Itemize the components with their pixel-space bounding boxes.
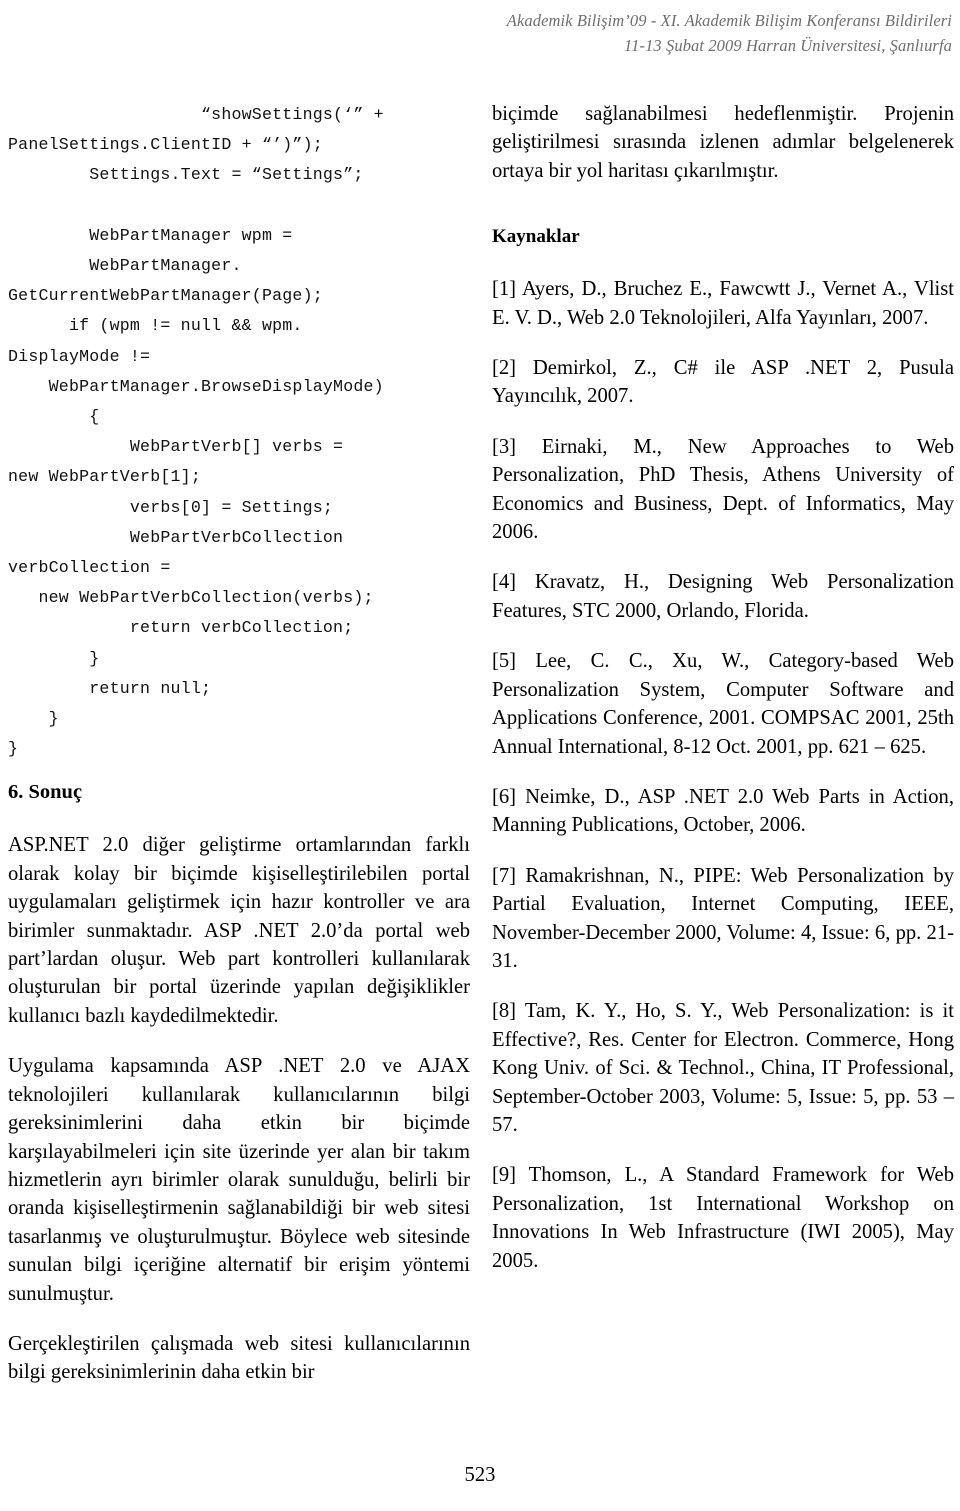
code-line: WebPartVerbCollection xyxy=(8,527,344,547)
reference-entry: [4] Kravatz, H., Designing Web Personali… xyxy=(492,571,954,622)
code-line: WebPartManager wpm = xyxy=(8,225,293,245)
code-line: GetCurrentWebPartManager(Page); xyxy=(8,286,323,306)
section-heading-sonuc: 6. Sonuç xyxy=(8,781,83,804)
code-line: } xyxy=(8,739,19,759)
reference-entry: [9] Thomson, L., A Standard Framework fo… xyxy=(492,1164,954,1272)
running-header: Akademik Bilişim’09 - XI. Akademik Biliş… xyxy=(0,8,952,58)
running-header-line-1: Akademik Bilişim’09 - XI. Akademik Biliş… xyxy=(506,11,952,30)
references-heading: Kaynaklar xyxy=(492,226,580,248)
two-column-body: “showSettings(‘” + PanelSettings.ClientID… xyxy=(0,100,960,1460)
code-line: { xyxy=(8,407,100,427)
reference-entry: [1] Ayers, D., Bruchez E., Fawcwtt J., V… xyxy=(492,278,954,329)
left-column-paragraphs: ASP.NET 2.0 diğer geliştirme ortamlarınd… xyxy=(8,831,470,1386)
body-paragraph: Uygulama kapsamında ASP .NET 2.0 ve AJAX… xyxy=(8,1055,470,1305)
code-line: new WebPartVerb[1]; xyxy=(8,467,201,487)
code-line: “showSettings(‘” + xyxy=(8,105,384,124)
running-header-line-2: 11-13 Şubat 2009 Harran Üniversitesi, Şa… xyxy=(624,36,952,55)
code-line: verbCollection = xyxy=(8,558,171,578)
reference-entry: [7] Ramakrishnan, N., PIPE: Web Personal… xyxy=(492,864,954,972)
right-column: biçimde sağlanabilmesi hedeflenmiştir. P… xyxy=(492,100,954,1297)
code-line: if (wpm != null && wpm. xyxy=(8,316,303,336)
body-paragraph: Gerçekleştirilen çalışmada web sitesi ku… xyxy=(8,1332,470,1384)
reference-entry: [5] Lee, C. C., Xu, W., Category-based W… xyxy=(492,650,954,758)
code-line: DisplayMode != xyxy=(8,346,151,366)
code-line: return verbCollection; xyxy=(8,618,354,638)
reference-entry: [6] Neimke, D., ASP .NET 2.0 Web Parts i… xyxy=(492,785,954,837)
reference-list: [1] Ayers, D., Bruchez E., Fawcwtt J., V… xyxy=(492,275,954,1275)
code-line: WebPartVerb[] verbs = xyxy=(8,437,344,457)
code-line: new WebPartVerbCollection(verbs); xyxy=(8,588,374,608)
body-paragraph: ASP.NET 2.0 diğer geliştirme ortamlarınd… xyxy=(8,834,470,1027)
code-line: Settings.Text = “Settings”; xyxy=(8,165,364,185)
reference-entry: [3] Eirnaki, M., New Approaches to Web P… xyxy=(492,435,954,544)
code-line: } xyxy=(8,648,100,668)
code-line: WebPartManager.BrowseDisplayMode) xyxy=(8,376,384,396)
reference-entry: [2] Demirkol, Z., C# ile ASP .NET 2, Pus… xyxy=(492,357,954,408)
code-listing: “showSettings(‘” + PanelSettings.ClientID… xyxy=(8,100,470,764)
code-line: PanelSettings.ClientID + “’)”); xyxy=(8,135,323,155)
continuation-paragraph: biçimde sağlanabilmesi hedeflenmiştir. P… xyxy=(492,103,954,182)
page-number: 523 xyxy=(464,1464,496,1486)
code-line: verbs[0] = Settings; xyxy=(8,497,334,517)
code-line: } xyxy=(8,709,59,729)
code-line: return null; xyxy=(8,678,212,698)
code-line: WebPartManager. xyxy=(8,256,242,275)
left-column: “showSettings(‘” + PanelSettings.ClientID… xyxy=(8,100,470,1409)
reference-entry: [8] Tam, K. Y., Ho, S. Y., Web Personali… xyxy=(492,1000,954,1136)
